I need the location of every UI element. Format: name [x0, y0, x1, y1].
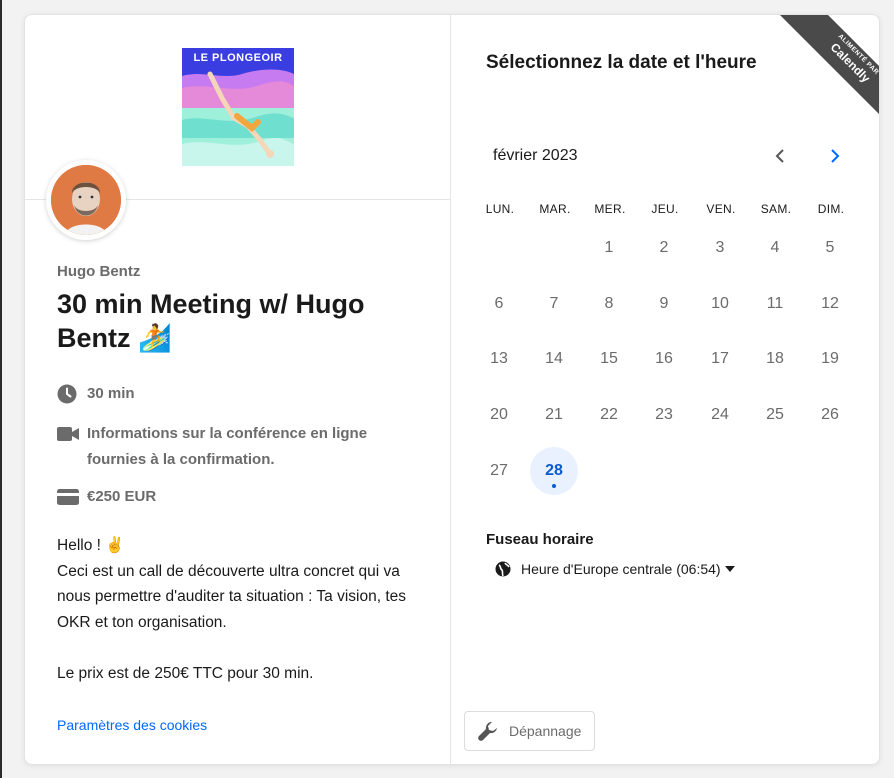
host-name: Hugo Bentz [57, 263, 141, 280]
scheduler-pane: Sélectionnez la date et l'heure février … [452, 15, 879, 764]
calendar-day: 1 [604, 239, 614, 256]
calendar-day: 15 [600, 350, 618, 367]
duration-label: 30 min [87, 385, 135, 402]
calendar-day: 12 [821, 295, 839, 312]
logo-illustration [182, 48, 294, 166]
price-label: €250 EUR [87, 488, 157, 505]
badge-band: ALIMENTÉ PAR Calendly [775, 15, 879, 125]
window-edge [0, 0, 2, 778]
timezone-select[interactable]: Heure d'Europe centrale (06:54) [495, 561, 735, 577]
calendar-day: 16 [655, 350, 673, 367]
calendar-day: 11 [766, 295, 784, 312]
cookie-settings-link[interactable]: Paramètres des cookies [57, 717, 207, 733]
event-price: €250 EUR [57, 484, 156, 510]
description-line: Ceci est un call de découverte ultra con… [57, 562, 407, 631]
calendar-day: 22 [600, 406, 618, 423]
chevron-right-icon [831, 149, 840, 163]
next-month-button[interactable] [823, 143, 847, 169]
calendar-day: 21 [545, 406, 563, 423]
calendar-day: 19 [821, 350, 839, 367]
page-title: Sélectionnez la date et l'heure [486, 52, 757, 73]
event-title: 30 min Meeting w/ Hugo Bentz 🏄 [57, 289, 365, 353]
weekday-header: JEU. [651, 202, 679, 216]
weekday-header: SAM. [760, 202, 792, 216]
chevron-left-icon [775, 149, 784, 163]
weekday-header: MER. [594, 202, 626, 216]
calendar-day: 18 [766, 350, 784, 367]
company-logo: LE PLONGEOIR [182, 48, 294, 166]
calendar-day: 27 [490, 462, 508, 479]
globe-icon [495, 561, 511, 577]
troubleshoot-button[interactable]: Dépannage [464, 711, 595, 751]
calendar-day: 17 [711, 350, 729, 367]
booking-card: LE PLONGEOIR Hugo Bentz 30 min Meeting w… [24, 14, 880, 765]
timezone-value: Heure d'Europe centrale (06:54) [521, 561, 721, 577]
description-line [57, 635, 427, 661]
today-dot [552, 484, 556, 488]
calendar-day: 13 [490, 350, 508, 367]
previous-month-button[interactable] [768, 143, 792, 169]
powered-by-calendly-badge[interactable]: ALIMENTÉ PAR Calendly [769, 15, 879, 125]
avatar [46, 160, 126, 240]
event-duration: 30 min [57, 381, 135, 407]
caret-down-icon [724, 566, 735, 572]
clock-icon [57, 381, 79, 407]
weekday-header: MAR. [539, 202, 571, 216]
calendar-day: 14 [545, 350, 563, 367]
weekday-header: DIM. [817, 202, 845, 216]
calendar-day: 5 [825, 239, 835, 256]
credit-card-icon [57, 484, 79, 510]
logo-text: LE PLONGEOIR [193, 52, 283, 64]
calendar-day: 3 [715, 239, 725, 256]
weekday-header: LUN. [485, 202, 515, 216]
wrench-icon [477, 720, 499, 742]
calendar-day: 26 [821, 406, 839, 423]
calendar-day: 24 [711, 406, 729, 423]
conference-info-text: Informations sur la conférence en ligne … [87, 425, 368, 468]
troubleshoot-label: Dépannage [509, 723, 582, 739]
calendar-day: 6 [494, 295, 504, 312]
avatar-photo [51, 165, 121, 235]
description-line: Le prix est de 250€ TTC pour 30 min. [57, 664, 314, 682]
calendar-day: 10 [711, 295, 729, 312]
event-description: Hello ! ✌️ Ceci est un call de découvert… [57, 533, 427, 686]
calendar-day: 7 [549, 295, 559, 312]
timezone-title: Fuseau horaire [486, 531, 594, 548]
calendar-day: 2 [659, 239, 669, 256]
calendar-day: 8 [604, 295, 614, 312]
calendar-day: 4 [770, 239, 780, 256]
calendar-day[interactable]: 28 [530, 447, 578, 495]
conference-info: Informations sur la conférence en ligne … [57, 421, 417, 473]
calendar-day: 23 [655, 406, 673, 423]
event-details-pane: LE PLONGEOIR Hugo Bentz 30 min Meeting w… [25, 15, 451, 764]
description-line: Hello ! ✌️ [57, 537, 125, 554]
calendar-day: 20 [490, 406, 508, 423]
current-month: février 2023 [493, 147, 578, 164]
calendar-day: 9 [659, 295, 669, 312]
video-icon [57, 421, 79, 447]
calendar-day: 25 [766, 406, 784, 423]
weekday-header: VEN. [706, 202, 736, 216]
